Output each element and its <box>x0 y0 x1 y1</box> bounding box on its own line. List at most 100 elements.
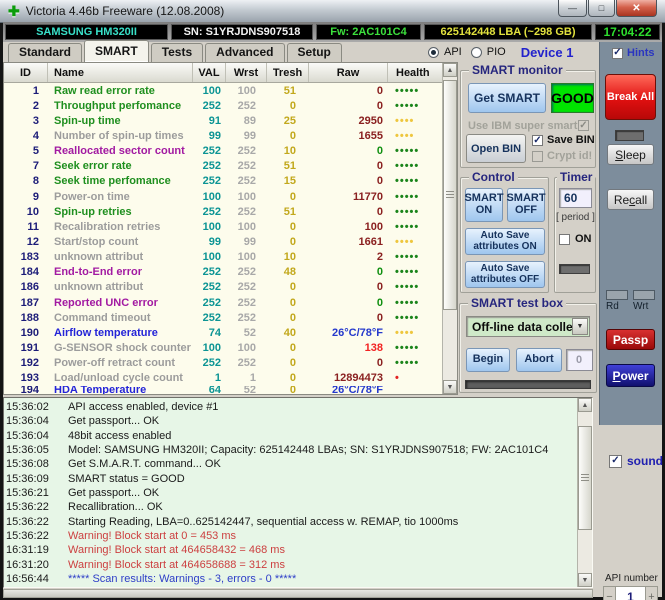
attr-health-dots: ••••• <box>388 146 438 156</box>
close-button[interactable]: ✕ <box>616 0 657 17</box>
table-row[interactable]: 7 Seek error rate 252 252 51 0 ••••• <box>4 159 457 174</box>
attr-wrst: 252 <box>226 281 267 293</box>
log-horizontal-scrollbar[interactable] <box>3 589 593 598</box>
table-row[interactable]: 192 Power-off retract count 252 252 0 0 … <box>4 356 457 371</box>
table-row[interactable]: 9 Power-on time 100 100 0 11770 ••••• <box>4 189 457 204</box>
title-bar[interactable]: ✚ Victoria 4.46b Freeware (12.08.2008) —… <box>0 0 665 23</box>
log-scrollbar-thumb[interactable] <box>578 426 592 530</box>
attr-id: 187 <box>4 297 48 309</box>
col-name[interactable]: Name <box>48 63 193 82</box>
table-row[interactable]: 12 Start/stop count 99 99 0 1661 •••• <box>4 234 457 249</box>
spinner-minus-button[interactable]: − <box>603 586 616 600</box>
table-row-partial[interactable]: 194 HDA Temperature 64 52 0 26°C/78°F <box>4 386 457 394</box>
smart-on-button[interactable]: SMART ON <box>465 188 503 222</box>
attr-id: 4 <box>4 130 48 142</box>
scroll-up-icon[interactable]: ▲ <box>578 398 592 412</box>
attr-tresh: 15 <box>267 175 309 187</box>
attr-raw: 12894473 <box>309 372 388 384</box>
tab-label: Setup <box>298 45 331 59</box>
save-bin-checkbox[interactable]: ✓ <box>532 135 543 146</box>
sound-checkbox[interactable]: ✓ <box>609 455 622 468</box>
maximize-button[interactable]: □ <box>588 0 615 17</box>
read-led-label: Rd <box>606 301 619 312</box>
attr-health-dots: ••••• <box>388 207 438 217</box>
tab[interactable]: Standard <box>8 43 82 62</box>
pio-radio[interactable] <box>471 47 482 58</box>
log-area[interactable]: 15:36:02 API access enabled, device #1 1… <box>3 397 593 588</box>
attr-health-dots: ••••• <box>388 222 438 232</box>
attr-wrst: 89 <box>226 115 267 127</box>
col-val[interactable]: VAL <box>193 63 226 82</box>
table-row[interactable]: 188 Command timeout 252 252 0 0 ••••• <box>4 310 457 325</box>
log-line: 15:36:22 Starting Reading, LBA=0..625142… <box>6 515 575 529</box>
table-row[interactable]: 1 Raw read error rate 100 100 51 0 ••••• <box>4 83 457 98</box>
tab[interactable]: Advanced <box>205 43 284 62</box>
table-row[interactable]: 5 Reallocated sector count 252 252 10 0 … <box>4 144 457 159</box>
log-time: 15:36:08 <box>6 457 56 471</box>
attr-tresh: 40 <box>267 327 309 339</box>
table-row[interactable]: 191 G-SENSOR shock counter 100 100 0 138… <box>4 340 457 355</box>
passport-button[interactable]: Passp <box>606 329 655 350</box>
smart-test-title: SMART test box <box>468 296 566 310</box>
timer-on-checkbox[interactable] <box>559 234 570 245</box>
api-radio[interactable] <box>428 47 439 58</box>
tab-label: Standard <box>19 45 71 59</box>
attr-wrst: 252 <box>226 266 267 278</box>
attr-tresh: 0 <box>267 236 309 248</box>
smart-off-button[interactable]: SMART OFF <box>507 188 545 222</box>
attr-raw: 0 <box>309 312 388 324</box>
table-row[interactable]: 8 Seek time perfomance 252 252 15 0 ••••… <box>4 174 457 189</box>
attr-wrst: 52 <box>226 327 267 339</box>
auto-save-off-button[interactable]: Auto Save attributes OFF <box>465 261 545 288</box>
tab[interactable]: Tests <box>151 43 203 62</box>
tab[interactable]: Setup <box>287 43 342 62</box>
table-row[interactable]: 187 Reported UNC error 252 252 0 0 ••••• <box>4 295 457 310</box>
attr-raw: 0 <box>309 206 388 218</box>
power-button[interactable]: Power <box>606 364 655 387</box>
attr-raw: 26°C/78°F <box>309 386 388 394</box>
log-time: 15:36:22 <box>6 500 56 514</box>
table-scrollbar-thumb[interactable] <box>443 80 457 310</box>
col-tresh[interactable]: Tresh <box>267 63 309 82</box>
table-row[interactable]: 11 Recalibration retries 100 100 0 100 •… <box>4 219 457 234</box>
begin-button[interactable]: Begin <box>466 348 510 372</box>
open-bin-button[interactable]: Open BIN <box>466 134 526 163</box>
table-row[interactable]: 3 Spin-up time 91 89 25 2950 •••• <box>4 113 457 128</box>
get-smart-button[interactable]: Get SMART <box>468 83 546 113</box>
table-row[interactable]: 4 Number of spin-up times 99 99 0 1655 •… <box>4 128 457 143</box>
scroll-down-icon[interactable]: ▼ <box>578 573 592 587</box>
attr-health-dots: ••••• <box>388 192 438 202</box>
timer-period-input[interactable]: 60 <box>559 188 592 208</box>
table-row[interactable]: 190 Airflow temperature 74 52 40 26°C/78… <box>4 325 457 340</box>
table-scrollbar[interactable]: ▲ ▼ <box>442 63 457 394</box>
table-row[interactable]: 183 unknown attribut 100 100 10 2 ••••• <box>4 250 457 265</box>
abort-button[interactable]: Abort <box>516 348 562 372</box>
table-row[interactable]: 193 Load/unload cycle count 1 1 0 128944… <box>4 371 457 386</box>
col-raw[interactable]: Raw <box>309 63 388 82</box>
dropdown-arrow-icon[interactable]: ▼ <box>572 318 588 335</box>
col-health[interactable]: Health <box>388 63 438 82</box>
test-select[interactable]: Off-line data collect ▼ <box>466 316 590 337</box>
table-row[interactable]: 186 unknown attribut 252 252 0 0 ••••• <box>4 280 457 295</box>
table-row[interactable]: 10 Spin-up retries 252 252 51 0 ••••• <box>4 204 457 219</box>
log-line: 16:56:44 ***** Scan results: Warnings - … <box>6 572 575 586</box>
drive-capacity: 625142448 LBA (~298 GB) <box>424 24 592 40</box>
table-row[interactable]: 2 Throughput perfomance 252 252 0 0 ••••… <box>4 98 457 113</box>
break-all-button[interactable]: Break All <box>605 74 656 120</box>
tab[interactable]: SMART <box>84 40 149 62</box>
minimize-button[interactable]: — <box>558 0 587 17</box>
scroll-down-icon[interactable]: ▼ <box>443 380 457 394</box>
sleep-button[interactable]: Sleep <box>607 144 654 165</box>
table-row[interactable]: 184 End-to-End error 252 252 48 0 ••••• <box>4 265 457 280</box>
col-id[interactable]: ID <box>4 63 48 82</box>
col-wrst[interactable]: Wrst <box>226 63 267 82</box>
scroll-up-icon[interactable]: ▲ <box>443 63 457 77</box>
drive-firmware: Fw: 2AC101C4 <box>316 24 421 40</box>
recall-button[interactable]: Recall <box>607 189 654 210</box>
test-count-field[interactable]: 0 <box>566 349 593 371</box>
auto-save-on-button[interactable]: Auto Save attributes ON <box>465 228 545 255</box>
crypt-label: Crypt id! <box>547 150 592 162</box>
hints-checkbox[interactable]: ✓ <box>612 48 623 59</box>
log-scrollbar[interactable]: ▲ ▼ <box>577 398 592 587</box>
spinner-plus-button[interactable]: + <box>645 586 658 600</box>
